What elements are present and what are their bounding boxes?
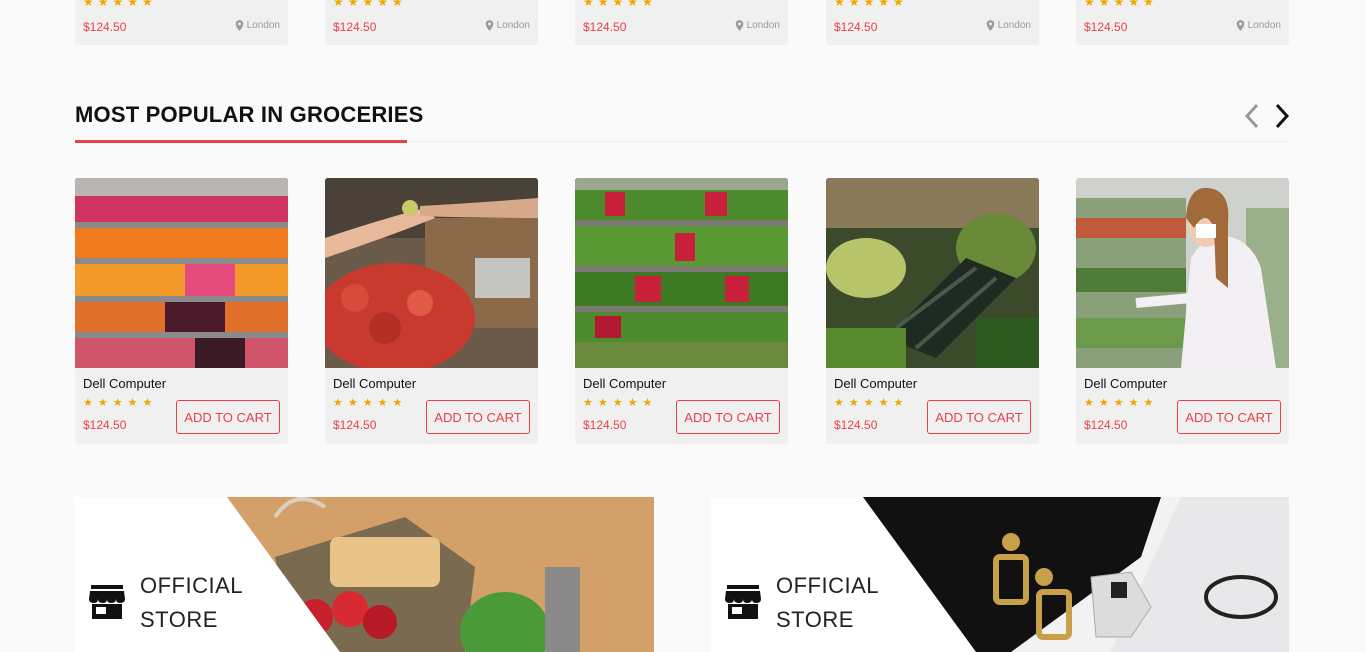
- product-name: Dell Computer: [583, 376, 667, 391]
- product-price: $124.50: [333, 20, 377, 34]
- product-card[interactable]: Dell Computer ★★★★★ $124.50 ADD TO CART: [1076, 178, 1289, 444]
- product-card[interactable]: Dell Computer ★★★★★ $124.50 ADD TO CART: [325, 178, 538, 444]
- store-label-line2: STORE: [140, 607, 218, 632]
- store-icon: [89, 585, 125, 619]
- product-location: London: [986, 20, 1031, 31]
- product-card[interactable]: ★★★★★ $124.50 London: [75, 0, 288, 45]
- product-card[interactable]: Dell Computer ★★★★★ $124.50 ADD TO CART: [75, 178, 288, 444]
- add-to-cart-button[interactable]: ADD TO CART: [1177, 400, 1281, 434]
- rating-stars: ★★★★★: [83, 397, 158, 409]
- rating-stars: ★★★★★: [834, 0, 908, 9]
- store-label-line2: STORE: [776, 607, 854, 632]
- location-label: London: [1247, 20, 1281, 31]
- product-image-woman-shopping: [1076, 178, 1289, 368]
- add-to-cart-button[interactable]: ADD TO CART: [426, 400, 530, 434]
- section-header: MOST POPULAR IN GROCERIES: [75, 98, 1290, 143]
- rating-stars: ★★★★★: [333, 0, 407, 9]
- add-to-cart-button[interactable]: ADD TO CART: [676, 400, 780, 434]
- rating-stars: ★★★★★: [83, 0, 157, 9]
- store-label: OFFICIAL STORE: [776, 569, 879, 637]
- official-store-banner[interactable]: OFFICIAL STORE: [75, 497, 654, 652]
- product-image-fruit-shelves: [75, 178, 288, 368]
- product-name: Dell Computer: [834, 376, 918, 391]
- rating-stars: ★★★★★: [834, 397, 909, 409]
- product-name: Dell Computer: [333, 376, 417, 391]
- product-card[interactable]: ★★★★★ $124.50 London: [826, 0, 1039, 45]
- product-card[interactable]: Dell Computer ★★★★★ $124.50 ADD TO CART: [826, 178, 1039, 444]
- rating-stars: ★★★★★: [1084, 397, 1159, 409]
- map-pin-icon: [986, 20, 994, 31]
- product-price: $124.50: [834, 20, 878, 34]
- previous-product-row: ★★★★★ $124.50 London ★★★★★ $124.50 Londo…: [0, 0, 1366, 46]
- location-label: London: [496, 20, 530, 31]
- product-price: $124.50: [83, 20, 127, 34]
- product-price: $124.50: [1084, 20, 1128, 34]
- carousel-prev-button[interactable]: [1241, 102, 1263, 130]
- section-title: MOST POPULAR IN GROCERIES: [75, 102, 424, 127]
- product-price: $124.50: [83, 418, 127, 432]
- map-pin-icon: [235, 20, 243, 31]
- product-card[interactable]: Dell Computer ★★★★★ $124.50 ADD TO CART: [575, 178, 788, 444]
- map-pin-icon: [735, 20, 743, 31]
- product-price: $124.50: [583, 418, 627, 432]
- product-card[interactable]: ★★★★★ $124.50 London: [1076, 0, 1289, 45]
- store-label: OFFICIAL STORE: [140, 569, 243, 637]
- location-label: London: [997, 20, 1031, 31]
- rating-stars: ★★★★★: [583, 0, 657, 9]
- product-price: $124.50: [1084, 418, 1128, 432]
- product-location: London: [1236, 20, 1281, 31]
- product-image-market-hand-tomatoes: [325, 178, 538, 368]
- product-location: London: [485, 20, 530, 31]
- official-store-banner[interactable]: OFFICIAL STORE: [711, 497, 1289, 652]
- chevron-right-icon: [1275, 103, 1290, 129]
- add-to-cart-button[interactable]: ADD TO CART: [176, 400, 280, 434]
- location-label: London: [246, 20, 280, 31]
- product-image-kale-bunches: [826, 178, 1039, 368]
- product-price: $124.50: [333, 418, 377, 432]
- product-name: Dell Computer: [83, 376, 167, 391]
- store-icon: [725, 585, 761, 619]
- carousel-next-button[interactable]: [1271, 102, 1293, 130]
- store-label-line1: OFFICIAL: [140, 573, 244, 598]
- product-price: $124.50: [583, 20, 627, 34]
- map-pin-icon: [1236, 20, 1244, 31]
- rating-stars: ★★★★★: [583, 397, 658, 409]
- location-label: London: [746, 20, 780, 31]
- product-price: $124.50: [834, 418, 878, 432]
- map-pin-icon: [485, 20, 493, 31]
- product-image-vegetable-shelves: [575, 178, 788, 368]
- product-name: Dell Computer: [1084, 376, 1168, 391]
- product-card[interactable]: ★★★★★ $124.50 London: [575, 0, 788, 45]
- title-underline: [75, 140, 407, 143]
- product-location: London: [735, 20, 780, 31]
- product-card[interactable]: ★★★★★ $124.50 London: [325, 0, 538, 45]
- product-location: London: [235, 20, 280, 31]
- chevron-left-icon: [1244, 103, 1259, 129]
- rating-stars: ★★★★★: [333, 397, 408, 409]
- rating-stars: ★★★★★: [1084, 0, 1158, 9]
- store-label-line1: OFFICIAL: [776, 573, 880, 598]
- add-to-cart-button[interactable]: ADD TO CART: [927, 400, 1031, 434]
